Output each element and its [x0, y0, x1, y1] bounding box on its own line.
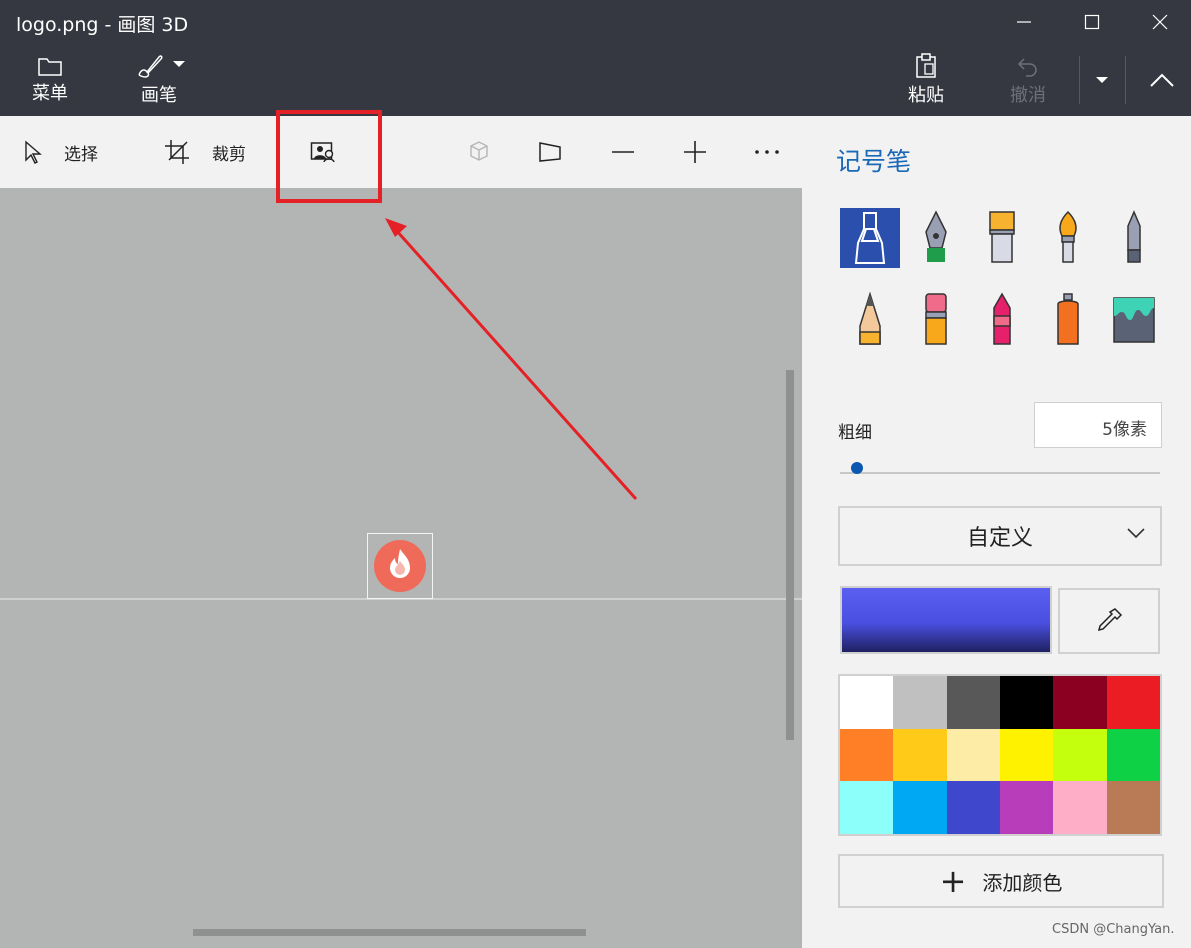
palette-swatch[interactable] — [999, 728, 1054, 782]
palette-swatch[interactable] — [946, 781, 1000, 834]
watercolor-brush[interactable] — [1038, 208, 1098, 268]
color-palette — [838, 674, 1162, 836]
calligraphy-pen-icon — [925, 210, 947, 262]
watercolor-icon — [1059, 210, 1077, 263]
thickness-input[interactable]: 5像素 — [1034, 402, 1162, 448]
add-color-button[interactable]: + 添加颜色 — [838, 854, 1164, 908]
pencil-icon — [859, 292, 881, 345]
eyedropper-button[interactable] — [1058, 588, 1160, 654]
palette-swatch[interactable] — [946, 676, 1000, 729]
spraycan-brush[interactable] — [1038, 290, 1098, 350]
brush-panel: 记号笔 粗细 5像素 自定义 + 添加颜色 — [802, 116, 1191, 948]
palette-swatch[interactable] — [999, 676, 1054, 729]
pixel-pen-brush[interactable] — [1104, 208, 1164, 268]
chevron-down-icon — [1127, 528, 1145, 539]
calligraphy-pen-brush[interactable] — [906, 208, 966, 268]
marker-icon — [854, 212, 886, 264]
color-mode-value: 自定义 — [966, 526, 1033, 551]
spraycan-icon — [1057, 293, 1079, 345]
fill-brush[interactable] — [1104, 290, 1164, 350]
palette-swatch[interactable] — [893, 676, 947, 729]
add-color-label: 添加颜色 — [982, 870, 1063, 895]
palette-swatch[interactable] — [1106, 676, 1160, 729]
paint-bucket-icon — [1113, 297, 1155, 343]
panel-title: 记号笔 — [836, 147, 912, 176]
crayon-brush[interactable] — [972, 290, 1032, 350]
plus-icon: + — [939, 862, 967, 900]
palette-swatch[interactable] — [840, 676, 894, 729]
color-mode-dropdown[interactable]: 自定义 — [838, 506, 1162, 566]
eyedropper-icon — [1097, 608, 1123, 632]
oil-brush[interactable] — [972, 208, 1032, 268]
palette-swatch[interactable] — [840, 728, 894, 782]
palette-swatch[interactable] — [1053, 676, 1107, 729]
thickness-slider-thumb[interactable] — [851, 462, 863, 474]
thickness-label: 粗细 — [838, 423, 872, 443]
thickness-slider-track[interactable] — [840, 472, 1160, 474]
palette-swatch[interactable] — [999, 781, 1054, 834]
marker-brush[interactable] — [840, 208, 900, 268]
pencil-brush[interactable] — [840, 290, 900, 350]
palette-swatch[interactable] — [840, 781, 894, 834]
palette-swatch[interactable] — [893, 781, 947, 834]
palette-swatch[interactable] — [1053, 781, 1107, 834]
pixel-pen-icon — [1127, 210, 1141, 263]
eraser-icon — [925, 293, 947, 345]
current-color-swatch[interactable] — [840, 586, 1052, 654]
oil-brush-icon — [989, 211, 1015, 263]
palette-swatch[interactable] — [1106, 728, 1160, 782]
palette-swatch[interactable] — [893, 728, 947, 782]
eraser-brush[interactable] — [906, 290, 966, 350]
palette-swatch[interactable] — [1053, 728, 1107, 782]
crayon-icon — [993, 292, 1011, 345]
palette-swatch[interactable] — [946, 728, 1000, 782]
watermark: CSDN @ChangYan. — [1052, 922, 1175, 937]
palette-swatch[interactable] — [1106, 781, 1160, 834]
